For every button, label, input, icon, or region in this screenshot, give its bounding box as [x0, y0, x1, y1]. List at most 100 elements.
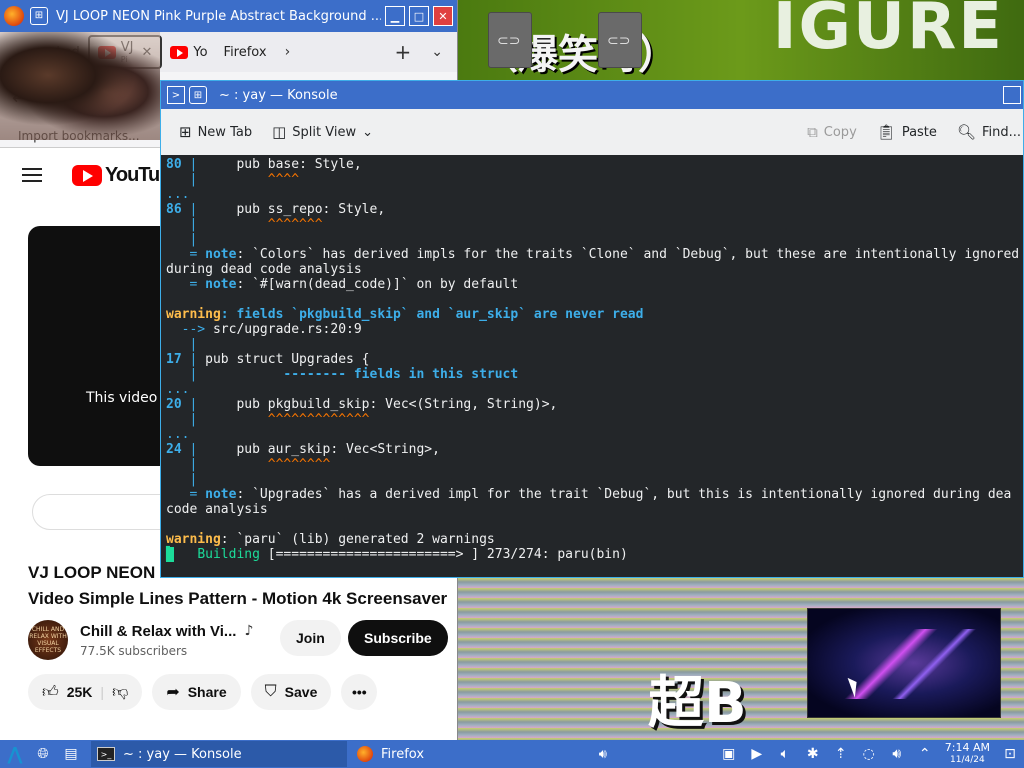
app-launcher-icon[interactable]: ⋀ — [4, 743, 26, 765]
term-line: code analysis — [166, 502, 1023, 517]
clipboard-icon[interactable]: ▣ — [718, 743, 740, 765]
konsole-titlebar[interactable]: > ⊞ ~ : yay — Konsole — [161, 81, 1023, 109]
code-text: pub ss_repo: Style, — [236, 202, 386, 217]
tab-close-icon[interactable]: ✕ — [141, 45, 152, 60]
find-button[interactable]: 🔍︎ Find... — [957, 123, 1021, 141]
file-manager-icon[interactable]: ▤ — [60, 743, 82, 765]
split-view-icon: ◫ — [272, 123, 287, 141]
forward-arrow-icon[interactable]: → — [43, 88, 58, 109]
youtube-favicon-icon — [170, 45, 189, 59]
wallpaper-text: IGURE — [772, 0, 1004, 64]
firefox-logo-icon — [4, 6, 24, 26]
subscribe-button[interactable]: Subscribe — [348, 620, 448, 656]
paste-icon: 📋︎ — [876, 123, 896, 141]
import-bookmarks-link[interactable]: Import bookmarks... — [18, 129, 140, 143]
tab-bookmarked[interactable]: ...ked — [4, 35, 88, 69]
term-line: | -------- fields in this struct — [166, 367, 519, 382]
ellipsis: ... — [166, 427, 190, 442]
new-tab-icon[interactable]: + — [385, 40, 422, 64]
note-label: note — [205, 487, 237, 502]
note-text: : `Colors` has derived impls for the tra… — [236, 247, 1020, 262]
like-button[interactable]: 👍︎ 25K | 👎︎ — [28, 674, 143, 710]
thumbs-down-icon[interactable]: 👎︎ — [112, 683, 128, 702]
channel-name[interactable]: Chill & Relax with Vi... — [80, 623, 236, 640]
underline-marker: ^^^^^^^^^^^^^ — [267, 412, 370, 427]
audio-playing-icon: 🔊︎ — [598, 746, 607, 762]
search-icon: 🔍︎ — [956, 123, 976, 141]
hamburger-menu-icon[interactable] — [22, 168, 42, 182]
tab-label: VJ — [120, 40, 134, 55]
tab-label: ...ked — [44, 44, 80, 60]
tab-scroll-right-icon[interactable]: › — [275, 44, 301, 60]
music-note-icon: ♪ — [244, 623, 254, 639]
maximize-button[interactable]: □ — [409, 6, 429, 26]
list-tabs-chevron-icon[interactable]: ⌄ — [421, 44, 453, 60]
channel-avatar[interactable]: CHILL AND RELAX WITH VISUAL EFFECTS — [28, 620, 68, 660]
close-button[interactable]: ✕ — [433, 6, 453, 26]
terminal-icon: > — [167, 86, 185, 104]
network-icon[interactable]: ◌ — [858, 743, 880, 765]
volume-icon[interactable]: 🔈︎ — [774, 743, 796, 765]
warning-label: warning — [166, 307, 221, 322]
youtube-logo-icon[interactable] — [72, 164, 102, 186]
new-tab-button[interactable]: ⊞ New Tab — [179, 123, 252, 141]
term-line: | — [166, 472, 198, 487]
taskbar-konsole[interactable]: >_ ~ : yay — Konsole — [91, 741, 347, 767]
underline-marker: ^^^^^^^^ — [267, 457, 331, 472]
share-button[interactable]: ➦ Share — [152, 674, 241, 710]
line-number: 86 — [166, 202, 182, 217]
wallpaper-top-region: IGURE （爆笑時） — [458, 0, 1024, 80]
desktop-file-icon-2[interactable] — [598, 12, 642, 68]
media-play-icon[interactable]: ▶ — [746, 743, 768, 765]
speaker-icon[interactable]: 🔊︎ — [886, 743, 908, 765]
tab-label: Firefox — [223, 44, 267, 60]
firefox-titlebar[interactable]: ⊞ VJ LOOP NEON Pink Purple Abstract Back… — [0, 0, 457, 32]
save-button[interactable]: ⛉ Save — [250, 674, 332, 710]
divider: | — [100, 684, 105, 700]
tab-youtube[interactable]: Yo — [162, 35, 215, 69]
ellipsis: ... — [166, 187, 190, 202]
warning-text: : fields `pkgbuild_skip` and `aur_skip` … — [220, 307, 644, 322]
more-actions-button[interactable]: ••• — [341, 674, 378, 710]
join-button[interactable]: Join — [280, 620, 341, 656]
globe-icon[interactable]: 🌐︎ — [32, 743, 54, 765]
term-line: ▌ Building [=======================> ] 2… — [166, 547, 1023, 562]
window-menu-icon[interactable]: ⊞ — [189, 86, 207, 104]
underline-marker: ^^^^^^^ — [267, 217, 323, 232]
clock[interactable]: 7:14 AM 11/4/24 — [945, 742, 990, 766]
term-line: | — [166, 337, 198, 352]
window-menu-icon[interactable]: ⊞ — [30, 7, 48, 25]
channel-info: Chill & Relax with Vi... ♪ 77.5K subscri… — [80, 623, 253, 658]
terminal-icon: >_ — [97, 747, 115, 761]
pip-video-thumbnail[interactable] — [807, 608, 1001, 718]
tab-vj-loop[interactable]: VJ Pi ✕ — [87, 35, 163, 69]
more-dots-icon: ••• — [352, 684, 367, 700]
arrow-marker: --> — [181, 322, 206, 337]
maximize-button[interactable] — [1003, 86, 1021, 104]
term-line — [166, 517, 1023, 532]
split-view-button[interactable]: ◫ Split View ⌄ — [272, 123, 373, 141]
video-title-line2: Video Simple Lines Pattern - Motion 4k S… — [28, 589, 448, 608]
paste-button[interactable]: 📋︎ Paste — [877, 123, 937, 141]
show-desktop-icon[interactable]: ⊡ — [999, 743, 1021, 765]
terminal-output[interactable]: 80 | pub base: Style, | ^^^^... 86 | pub … — [161, 155, 1023, 577]
warning-label: warning — [166, 532, 221, 547]
copy-label: Copy — [823, 124, 857, 140]
taskbar-firefox[interactable]: Firefox 🔊︎ — [351, 741, 613, 767]
term-line: warning: `paru` (lib) generated 2 warnin… — [166, 532, 1023, 547]
update-icon[interactable]: ⇡ — [830, 743, 852, 765]
taskbar-konsole-label: ~ : yay — Konsole — [123, 746, 242, 762]
tab-firefox[interactable]: Firefox — [216, 35, 275, 69]
copy-button[interactable]: ⧉ Copy — [807, 123, 857, 141]
shield-icon[interactable]: ⛉ — [105, 88, 119, 109]
bug-icon[interactable]: ✱ — [802, 743, 824, 765]
firefox-window-title: VJ LOOP NEON Pink Purple Abstract Backgr… — [56, 8, 381, 24]
wallpaper-bottom-cjk: 超B — [648, 671, 747, 736]
clock-time: 7:14 AM — [944, 741, 990, 754]
tray-expand-icon[interactable]: ⌃ — [914, 743, 936, 765]
desktop-file-icon-1[interactable] — [488, 12, 532, 68]
code-text: pub base: Style, — [236, 157, 362, 172]
minimize-button[interactable]: ▁ — [385, 6, 405, 26]
back-arrow-icon[interactable]: ← — [12, 88, 27, 109]
reload-icon[interactable]: ↻ — [74, 88, 89, 109]
